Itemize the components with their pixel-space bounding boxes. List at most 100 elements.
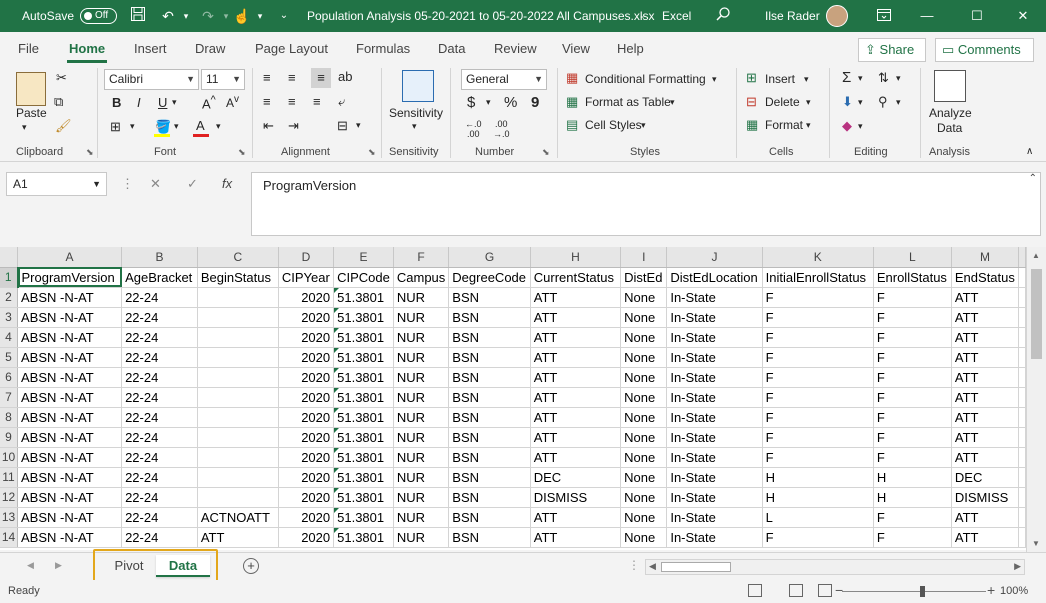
- cell[interactable]: ABSN -N-AT: [17, 447, 123, 468]
- cell[interactable]: DegreeCode: [448, 267, 531, 288]
- cell[interactable]: In-State: [666, 367, 763, 388]
- middle-align-icon[interactable]: ≡: [288, 70, 296, 85]
- cell[interactable]: ATT: [530, 527, 622, 548]
- number-format-combo[interactable]: General ▼: [461, 69, 547, 90]
- align-left-icon[interactable]: ≡: [263, 94, 271, 109]
- cell[interactable]: BSN: [448, 287, 531, 308]
- analyze-data-label-2[interactable]: Data: [937, 121, 962, 135]
- currency-dropdown-icon[interactable]: ▾: [486, 97, 491, 108]
- cell[interactable]: 22-24: [121, 347, 198, 368]
- cell[interactable]: [197, 367, 279, 388]
- search-icon[interactable]: [713, 6, 733, 26]
- cell[interactable]: F: [762, 407, 874, 428]
- cell[interactable]: F: [762, 387, 874, 408]
- cell[interactable]: 51.3801: [333, 287, 394, 308]
- cell[interactable]: 2020: [278, 307, 335, 328]
- cell[interactable]: NUR: [393, 467, 450, 488]
- cell[interactable]: NUR: [393, 447, 450, 468]
- cell[interactable]: H: [873, 467, 952, 488]
- cell[interactable]: BSN: [448, 487, 531, 508]
- cell[interactable]: F: [873, 427, 952, 448]
- cell[interactable]: NUR: [393, 367, 450, 388]
- clear-icon[interactable]: ◆: [842, 118, 852, 134]
- format-button[interactable]: Format: [765, 118, 803, 132]
- cell[interactable]: NUR: [393, 507, 450, 528]
- cell[interactable]: None: [620, 347, 668, 368]
- percent-button[interactable]: %: [504, 94, 517, 111]
- cell[interactable]: 22-24: [121, 507, 198, 528]
- cell[interactable]: [197, 427, 279, 448]
- row-header[interactable]: 9: [0, 427, 18, 448]
- analyze-data-label-1[interactable]: Analyze: [929, 106, 972, 120]
- cell[interactable]: ATT: [951, 327, 1020, 348]
- cell[interactable]: F: [873, 407, 952, 428]
- insert-button[interactable]: Insert: [765, 72, 795, 86]
- row-header[interactable]: 12: [0, 487, 18, 508]
- cell[interactable]: 22-24: [121, 327, 198, 348]
- cell[interactable]: ABSN -N-AT: [17, 347, 123, 368]
- zoom-knob[interactable]: [920, 586, 925, 597]
- cell[interactable]: NUR: [393, 327, 450, 348]
- cell[interactable]: None: [620, 287, 668, 308]
- cell[interactable]: H: [873, 487, 952, 508]
- cut-icon[interactable]: ✂: [56, 70, 67, 86]
- cell[interactable]: DISMISS: [951, 487, 1020, 508]
- cell[interactable]: F: [873, 287, 952, 308]
- cell[interactable]: In-State: [666, 347, 763, 368]
- cell[interactable]: NUR: [393, 527, 450, 548]
- row-header[interactable]: 6: [0, 367, 18, 388]
- cell[interactable]: ATT: [951, 287, 1020, 308]
- cell[interactable]: In-State: [666, 467, 763, 488]
- merge-center-icon[interactable]: ⊟: [337, 118, 348, 134]
- scroll-down-icon[interactable]: ▼: [1032, 539, 1040, 548]
- merge-dropdown-icon[interactable]: ▾: [356, 120, 361, 131]
- cell[interactable]: None: [620, 407, 668, 428]
- cell[interactable]: [1018, 387, 1026, 408]
- autosum-icon[interactable]: Σ: [842, 69, 851, 86]
- cell[interactable]: 22-24: [121, 287, 198, 308]
- cell[interactable]: NUR: [393, 427, 450, 448]
- sensitivity-button-label[interactable]: Sensitivity: [389, 106, 443, 120]
- cell[interactable]: BSN: [448, 387, 531, 408]
- enter-icon[interactable]: ✓: [187, 176, 198, 192]
- column-header[interactable]: A: [17, 247, 123, 268]
- ribbon-display-icon[interactable]: [874, 6, 894, 26]
- cell[interactable]: 2020: [278, 507, 335, 528]
- column-header[interactable]: F: [393, 247, 450, 268]
- cell[interactable]: 22-24: [121, 527, 198, 548]
- cell[interactable]: ATT: [530, 407, 622, 428]
- font-name-combo[interactable]: Calibri ▼: [104, 69, 199, 90]
- underline-button[interactable]: U: [158, 95, 167, 110]
- cell[interactable]: 51.3801: [333, 407, 394, 428]
- decrease-decimal-icon[interactable]: .00 →.0: [493, 119, 510, 139]
- tab-insert[interactable]: Insert: [134, 41, 167, 56]
- add-sheet-button[interactable]: +: [243, 558, 259, 574]
- share-button[interactable]: ⇪ Share: [858, 38, 926, 62]
- cell[interactable]: ATT: [951, 307, 1020, 328]
- cell[interactable]: ABSN -N-AT: [17, 287, 123, 308]
- cell[interactable]: 2020: [278, 347, 335, 368]
- find-dropdown-icon[interactable]: ▾: [896, 97, 901, 108]
- row-header[interactable]: 4: [0, 327, 18, 348]
- cell[interactable]: In-State: [666, 407, 763, 428]
- cell[interactable]: [197, 407, 279, 428]
- select-all-corner[interactable]: [0, 247, 18, 268]
- cell[interactable]: [197, 307, 279, 328]
- delete-button[interactable]: Delete: [765, 95, 800, 109]
- paste-icon[interactable]: [16, 72, 46, 106]
- cell[interactable]: InitialEnrollStatus: [762, 267, 874, 288]
- cell[interactable]: F: [762, 307, 874, 328]
- cell[interactable]: [1018, 327, 1026, 348]
- find-select-icon[interactable]: ⚲: [878, 94, 888, 110]
- font-color-icon[interactable]: A: [196, 118, 205, 133]
- cell[interactable]: ATT: [951, 427, 1020, 448]
- cell[interactable]: In-State: [666, 327, 763, 348]
- borders-dropdown-icon[interactable]: ▾: [130, 121, 135, 132]
- top-align-icon[interactable]: ≡: [263, 70, 271, 85]
- row-header[interactable]: 11: [0, 467, 18, 488]
- cell[interactable]: 22-24: [121, 367, 198, 388]
- cell[interactable]: ABSN -N-AT: [17, 427, 123, 448]
- cell[interactable]: None: [620, 507, 668, 528]
- cell[interactable]: ATT: [530, 367, 622, 388]
- cell[interactable]: NUR: [393, 307, 450, 328]
